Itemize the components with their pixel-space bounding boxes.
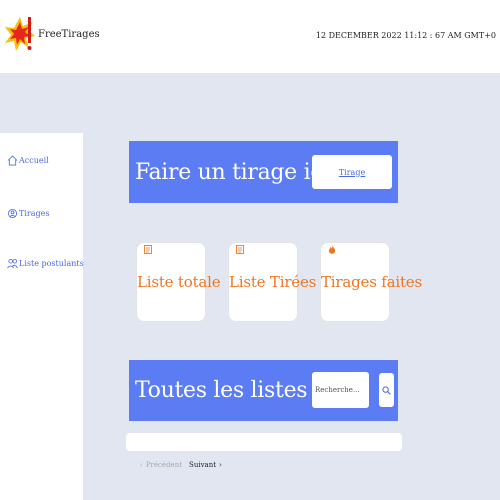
card-label: Liste Tirées — [229, 273, 317, 291]
sidebar-item-label: Accueil — [19, 156, 49, 165]
lists-table — [126, 433, 402, 451]
flame-icon — [328, 245, 336, 254]
previous-chevron-icon: ‹ — [140, 461, 143, 469]
pagination: ‹ Précédent Suivant › — [140, 461, 222, 469]
sidebar: Accueil Tirages Liste postulants — [0, 133, 84, 500]
tirage-au-sort-logo[interactable] — [5, 17, 35, 55]
lists-banner: Toutes les listes — [129, 360, 398, 421]
search-icon — [382, 385, 391, 395]
tirage-button-label: Tirage — [338, 167, 366, 177]
card-label: Liste totale — [137, 273, 221, 291]
card-label: Tirages faites — [321, 273, 422, 291]
draw-banner-title: Faire un tirage ici — [135, 159, 330, 185]
users-icon — [7, 258, 18, 269]
previous-page-button[interactable]: Précédent — [146, 461, 182, 469]
next-chevron-icon: › — [219, 461, 222, 469]
sidebar-item-label: Liste postulants — [19, 259, 84, 268]
lists-banner-title: Toutes les listes — [135, 378, 308, 403]
sidebar-item-accueil[interactable]: Accueil — [7, 155, 49, 166]
sidebar-item-tirages[interactable]: Tirages — [7, 208, 49, 219]
search-button[interactable] — [379, 373, 394, 407]
sidebar-item-label: Tirages — [19, 209, 50, 218]
draw-banner: Faire un tirage ici Tirage — [129, 141, 398, 203]
tirage-button[interactable]: Tirage — [312, 155, 392, 189]
sidebar-item-liste-postulants[interactable]: Liste postulants — [7, 258, 84, 269]
home-icon — [7, 155, 18, 166]
search-input[interactable] — [312, 372, 369, 408]
current-datetime: 12 DECEMBER 2022 11:12 : 67 AM GMT+0 — [315, 31, 496, 40]
top-bar: FreeTirages 12 DECEMBER 2022 11:12 : 67 … — [0, 0, 500, 73]
card-liste-totale[interactable]: Liste totale — [136, 242, 221, 322]
card-liste-tirees[interactable]: Liste Tirées — [228, 242, 317, 322]
brand-name[interactable]: FreeTirages — [38, 29, 100, 40]
next-page-button[interactable]: Suivant — [189, 461, 216, 469]
list-icon — [144, 245, 152, 254]
list-icon — [236, 245, 244, 254]
card-tirages-faites[interactable]: Tirages faites — [320, 242, 422, 322]
tirages-icon — [7, 208, 18, 219]
